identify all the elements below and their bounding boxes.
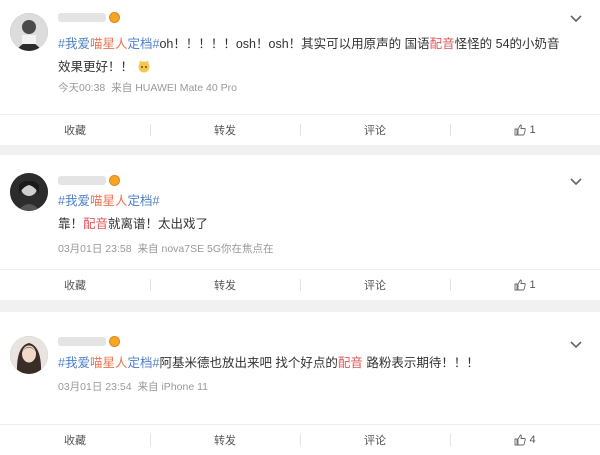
post-source: 来自 nova7SE 5G你在焦点在 xyxy=(137,243,274,255)
post-source: 来自 HUAWEI Mate 40 Pro xyxy=(111,82,237,94)
highlight-keyword: 配音 xyxy=(83,217,109,231)
comment-button[interactable]: 评论 xyxy=(300,270,450,300)
repost-button[interactable]: 转发 xyxy=(150,115,300,145)
collect-button[interactable]: 收藏 xyxy=(0,425,150,455)
like-button[interactable]: 1 xyxy=(450,270,600,300)
repost-button[interactable]: 转发 xyxy=(150,425,300,455)
topic-hashtag[interactable]: #我爱喵星人定档# xyxy=(58,356,159,370)
thumbs-up-icon xyxy=(514,124,527,136)
collect-button[interactable]: 收藏 xyxy=(0,270,150,300)
user-name[interactable] xyxy=(58,173,120,187)
weibo-comment-feed: #我爱喵星人定档#oh！！！！！osh！osh！其实可以用原声的 国语配音怪怪的… xyxy=(0,0,600,455)
blurred-username xyxy=(58,336,106,346)
avatar[interactable] xyxy=(10,173,48,211)
chevron-down-icon[interactable] xyxy=(570,340,582,350)
thumbs-up-icon xyxy=(514,434,527,446)
topic-hashtag[interactable]: #我爱喵星人定档# xyxy=(58,37,159,51)
vip-badge-icon xyxy=(109,11,120,23)
post-time[interactable]: 今天00:38 xyxy=(58,82,105,94)
avatar[interactable] xyxy=(10,336,48,374)
repost-button[interactable]: 转发 xyxy=(150,270,300,300)
thumbs-up-icon xyxy=(514,279,527,291)
like-button[interactable]: 4 xyxy=(450,425,600,455)
user-name[interactable] xyxy=(58,334,120,348)
user-avatar-icon xyxy=(10,13,48,51)
cat-emoji-icon xyxy=(138,60,149,73)
action-bar: 收藏 转发 评论 4 xyxy=(0,424,600,455)
comment-text: #我爱喵星人定档#oh！！！！！osh！osh！其实可以用原声的 国语配音怪怪的… xyxy=(58,37,560,74)
action-bar: 收藏 转发 评论 1 xyxy=(0,114,600,145)
highlight-keyword: 配音 xyxy=(429,37,455,51)
blurred-username xyxy=(58,175,106,185)
comment-button[interactable]: 评论 xyxy=(300,115,450,145)
chevron-down-icon[interactable] xyxy=(570,177,582,187)
user-name[interactable] xyxy=(58,10,120,24)
post-meta: 03月01日 23:58 来自 nova7SE 5G你在焦点在 xyxy=(58,241,274,256)
action-bar: 收藏 转发 评论 1 xyxy=(0,269,600,300)
post-meta: 今天00:38 来自 HUAWEI Mate 40 Pro xyxy=(58,80,237,95)
comment-card: #我爱喵星人定档#阿基米德也放出来吧 找个好点的配音 路粉表示期待！！！ 03月… xyxy=(0,312,600,455)
collect-button[interactable]: 收藏 xyxy=(0,115,150,145)
comment-card: #我爱喵星人定档#oh！！！！！osh！osh！其实可以用原声的 国语配音怪怪的… xyxy=(0,0,600,145)
vip-badge-icon xyxy=(109,335,120,347)
post-meta: 03月01日 23:54 来自 iPhone 11 xyxy=(58,379,208,394)
like-count: 1 xyxy=(529,124,536,136)
user-avatar-icon xyxy=(10,173,48,211)
comment-button[interactable]: 评论 xyxy=(300,425,450,455)
like-count: 4 xyxy=(529,434,536,446)
comment-card: #我爱喵星人定档# 靠！配音就离谱！太出戏了 03月01日 23:58 来自 no… xyxy=(0,155,600,300)
comment-text: #我爱喵星人定档#阿基米德也放出来吧 找个好点的配音 路粉表示期待！！！ xyxy=(58,356,479,370)
like-count: 1 xyxy=(529,279,536,291)
comment-text: #我爱喵星人定档# 靠！配音就离谱！太出戏了 xyxy=(58,194,209,231)
chevron-down-icon[interactable] xyxy=(570,14,582,24)
like-button[interactable]: 1 xyxy=(450,115,600,145)
user-avatar-icon xyxy=(10,336,48,374)
post-time[interactable]: 03月01日 23:54 xyxy=(58,381,132,393)
avatar[interactable] xyxy=(10,13,48,51)
vip-badge-icon xyxy=(109,174,120,186)
topic-hashtag[interactable]: #我爱喵星人定档# xyxy=(58,194,159,208)
highlight-keyword: 配音 xyxy=(337,356,363,370)
post-time[interactable]: 03月01日 23:58 xyxy=(58,243,132,255)
post-source: 来自 iPhone 11 xyxy=(137,381,208,393)
blurred-username xyxy=(58,12,106,22)
